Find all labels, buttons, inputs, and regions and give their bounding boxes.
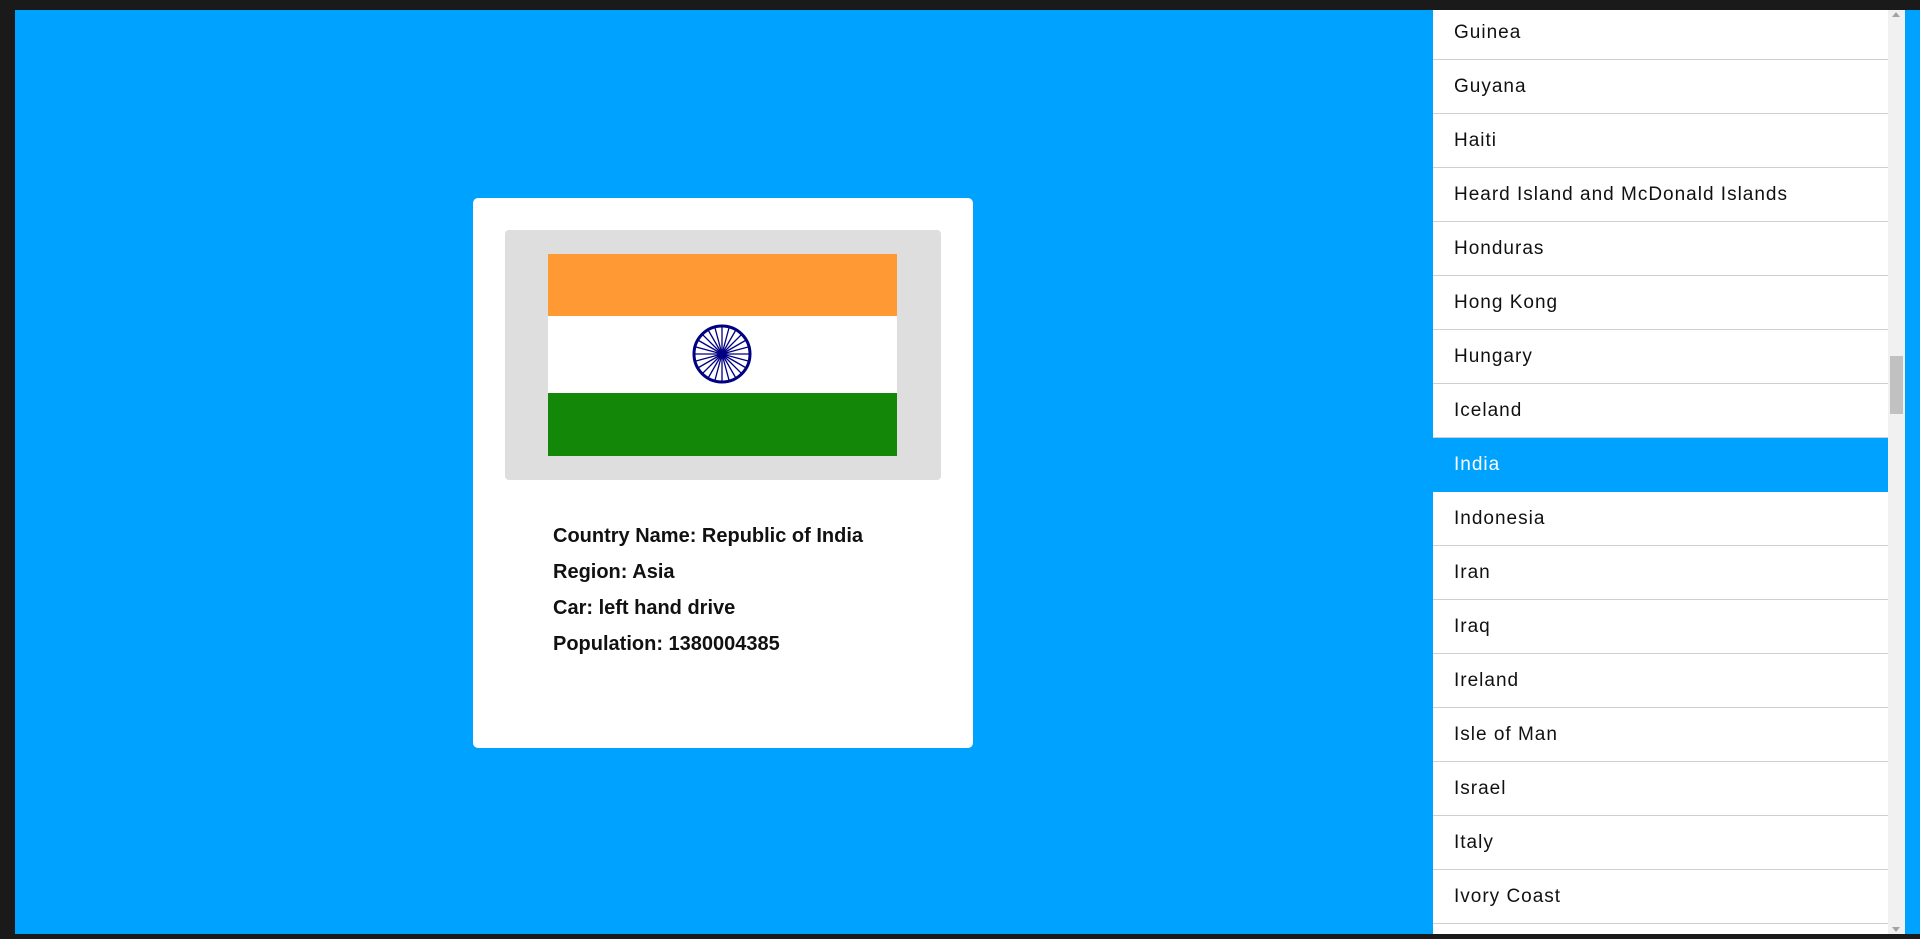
- population-text: Population: 1380004385: [553, 633, 780, 655]
- country-list-panel: Guinea Guyana Haiti Heard Island and McDona…: [1433, 10, 1905, 934]
- list-item[interactable]: Iran: [1433, 546, 1888, 600]
- scroll-thumb[interactable]: [1890, 356, 1903, 414]
- list-item-selected[interactable]: India: [1433, 438, 1888, 492]
- list-item[interactable]: Italy: [1433, 816, 1888, 870]
- list-item[interactable]: Heard Island and McDonald Islands: [1433, 168, 1888, 222]
- scroll-up-icon[interactable]: [1892, 12, 1900, 17]
- scroll-down-icon[interactable]: [1892, 927, 1900, 932]
- list-item[interactable]: Hong Kong: [1433, 276, 1888, 330]
- list-item[interactable]: Iraq: [1433, 600, 1888, 654]
- list-scrollbar[interactable]: [1888, 10, 1905, 934]
- flag-saffron-band: [548, 254, 897, 316]
- list-item[interactable]: Ireland: [1433, 654, 1888, 708]
- list-item[interactable]: Honduras: [1433, 222, 1888, 276]
- ashoka-chakra-icon: [692, 324, 752, 384]
- list-item[interactable]: Ivory Coast: [1433, 870, 1888, 924]
- flag-green-band: [548, 393, 897, 456]
- list-item[interactable]: Isle of Man: [1433, 708, 1888, 762]
- list-item[interactable]: Iceland: [1433, 384, 1888, 438]
- list-item[interactable]: Haiti: [1433, 114, 1888, 168]
- region-text: Region: Asia: [553, 561, 675, 583]
- list-item[interactable]: Indonesia: [1433, 492, 1888, 546]
- list-item[interactable]: Hungary: [1433, 330, 1888, 384]
- country-name-text: Country Name: Republic of India: [553, 525, 864, 547]
- app-frame: Country Name: Republic of India Region: …: [15, 10, 1920, 934]
- india-flag-icon: [548, 254, 897, 456]
- flag-container: [505, 230, 941, 480]
- country-card: Country Name: Republic of India Region: …: [473, 198, 973, 748]
- list-item[interactable]: Guyana: [1433, 60, 1888, 114]
- country-list: Guinea Guyana Haiti Heard Island and McDona…: [1433, 10, 1888, 924]
- list-item[interactable]: Guinea: [1433, 10, 1888, 60]
- country-info: Country Name: Republic of India Region: …: [553, 518, 863, 662]
- car-text: Car: left hand drive: [553, 597, 736, 619]
- list-item[interactable]: Israel: [1433, 762, 1888, 816]
